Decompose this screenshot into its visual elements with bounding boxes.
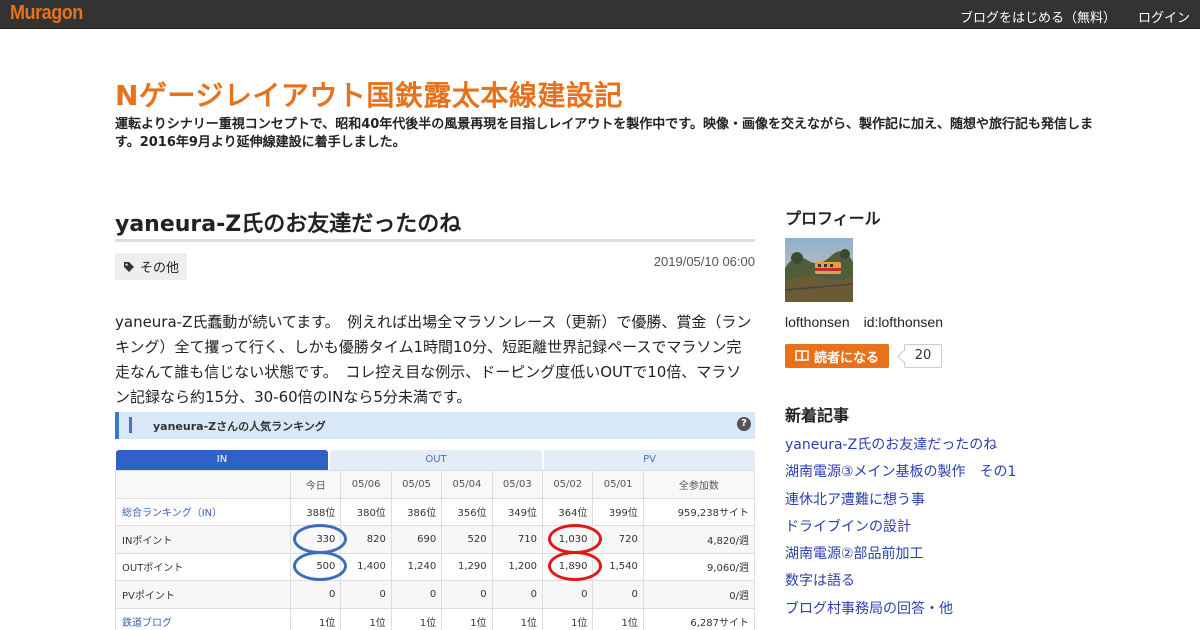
blog-title[interactable]: Nゲージレイアウト国鉄露太本線建設記 bbox=[115, 74, 623, 114]
table-row: OUTポイント 500 1,400 1,240 1,290 1,200 1,89… bbox=[115, 552, 755, 581]
table-cell: 6,287サイト bbox=[642, 607, 755, 630]
ranking-tabs: IN OUT PV bbox=[115, 450, 755, 470]
login-link[interactable]: ログイン bbox=[1138, 7, 1190, 26]
profile-name[interactable]: lofthonsen id:lofthonsen bbox=[785, 312, 943, 332]
top-links: ブログをはじめる（無料） ログイン bbox=[960, 7, 1190, 26]
table-header-cell: 今日 bbox=[289, 470, 342, 499]
recent-article-link[interactable]: yaneura-Z氏のお友達だったのね bbox=[785, 434, 1016, 461]
table-header-cell: 05/01 bbox=[592, 470, 644, 499]
table-cell: 0 bbox=[390, 580, 443, 609]
table-cell: 1,200 bbox=[491, 552, 544, 581]
highlight-circle-in-0502 bbox=[548, 524, 602, 554]
table-cell: 0 bbox=[491, 580, 544, 609]
highlight-circle-out-0502 bbox=[548, 551, 602, 581]
category-tag[interactable]: その他 bbox=[115, 253, 188, 280]
subscribe-label: 読者になる bbox=[814, 350, 880, 366]
recent-article-link[interactable]: 湖南電源③メイン基板の製作 その1 bbox=[785, 461, 1016, 488]
table-cell: 1位 bbox=[491, 607, 544, 630]
table-cell: 959,238サイト bbox=[642, 497, 755, 526]
table-cell: INポイント bbox=[115, 525, 291, 554]
tag-icon bbox=[124, 261, 134, 272]
table-cell: 1,290 bbox=[441, 552, 493, 581]
ranking-image: yaneura-Zさんの人気ランキング ? IN OUT PV 今日 05/06… bbox=[115, 412, 755, 630]
help-icon: ? bbox=[737, 417, 751, 431]
profile-heading: プロフィール bbox=[785, 209, 881, 228]
ranking-table: 今日 05/06 05/05 05/04 05/03 05/02 05/01 全… bbox=[115, 470, 755, 630]
table-cell: 690 bbox=[390, 525, 443, 554]
table-cell: 386位 bbox=[390, 497, 443, 526]
table-cell: OUTポイント bbox=[115, 552, 291, 581]
table-cell: 0 bbox=[340, 580, 392, 609]
blog-description: 運転よりシナリー重視コンセプトで、昭和40年代後半の風景再現を目指しレイアウトを… bbox=[115, 117, 1094, 150]
table-cell: 1,240 bbox=[390, 552, 443, 581]
table-cell: 1,400 bbox=[340, 552, 392, 581]
book-icon bbox=[795, 350, 809, 362]
table-cell: 1位 bbox=[542, 607, 594, 630]
tab-in: IN bbox=[116, 450, 328, 470]
table-header-cell: 05/06 bbox=[340, 470, 392, 499]
recent-article-link[interactable]: ドライブインの設計 bbox=[785, 516, 1016, 543]
table-header-cell: 05/05 bbox=[390, 470, 443, 499]
table-cell: 399位 bbox=[592, 497, 644, 526]
recent-article-link[interactable]: 連休北ア遭難に想う事 bbox=[785, 489, 1016, 516]
recent-article-link[interactable]: 数字は語る bbox=[785, 570, 1016, 597]
avatar-photo bbox=[785, 238, 853, 302]
table-cell: 0/週 bbox=[642, 580, 755, 609]
ranking-title: yaneura-Zさんの人気ランキング bbox=[153, 420, 326, 433]
table-cell: 0 bbox=[592, 580, 644, 609]
top-bar: Muragon ブログをはじめる（無料） ログイン bbox=[0, 0, 1200, 29]
avatar[interactable] bbox=[785, 238, 853, 302]
recent-article-link[interactable]: 湖南電源②部品前加工 bbox=[785, 543, 1016, 570]
reader-count-badge: 20 bbox=[904, 344, 942, 368]
highlight-circle-out-today bbox=[293, 551, 347, 581]
table-row: 鉄道ブログ 1位 1位 1位 1位 1位 1位 1位 6,287サイト bbox=[115, 607, 755, 630]
highlight-circle-in-today bbox=[293, 524, 347, 554]
table-cell: 388位 bbox=[289, 497, 342, 526]
table-cell: 総合ランキング（IN） bbox=[115, 497, 291, 526]
start-blog-link[interactable]: ブログをはじめる（無料） bbox=[960, 7, 1116, 26]
table-row: 総合ランキング（IN） 388位 380位 386位 356位 349位 364… bbox=[115, 497, 755, 526]
ranking-header: yaneura-Zさんの人気ランキング ? bbox=[115, 412, 755, 439]
table-cell: PVポイント bbox=[115, 580, 291, 609]
muragon-logo[interactable]: Muragon bbox=[10, 2, 83, 25]
article-date: 2019/05/10 06:00 bbox=[653, 254, 755, 269]
table-row: PVポイント 0 0 0 0 0 0 0 0/週 bbox=[115, 580, 755, 609]
category-label: その他 bbox=[140, 261, 180, 276]
table-cell: 0 bbox=[542, 580, 594, 609]
article-title-divider bbox=[115, 239, 755, 242]
table-cell: 380位 bbox=[340, 497, 392, 526]
table-cell: 710 bbox=[491, 525, 544, 554]
table-header-cell: 05/03 bbox=[491, 470, 544, 499]
table-cell: 1位 bbox=[289, 607, 342, 630]
table-cell: 364位 bbox=[542, 497, 594, 526]
table-cell: 1位 bbox=[441, 607, 493, 630]
tab-out: OUT bbox=[330, 450, 542, 470]
recent-article-link[interactable]: ブログ村事務局の回答・他 bbox=[785, 598, 1016, 625]
table-cell: 1位 bbox=[390, 607, 443, 630]
table-cell: 0 bbox=[441, 580, 493, 609]
ranking-header-marker bbox=[129, 417, 132, 433]
table-cell: 1位 bbox=[592, 607, 644, 630]
table-header-row: 今日 05/06 05/05 05/04 05/03 05/02 05/01 全… bbox=[115, 470, 755, 499]
recent-heading: 新着記事 bbox=[785, 406, 850, 425]
table-cell: 4,820/週 bbox=[642, 525, 755, 554]
table-cell: 349位 bbox=[491, 497, 544, 526]
table-header-cell: 全参加数 bbox=[642, 470, 755, 499]
subscribe-button[interactable]: 読者になる bbox=[785, 344, 890, 368]
article-title[interactable]: yaneura-Z氏のお友達だったのね bbox=[115, 206, 461, 238]
table-cell: 1位 bbox=[340, 607, 392, 630]
table-cell: 356位 bbox=[441, 497, 493, 526]
table-cell: 820 bbox=[340, 525, 392, 554]
recent-articles-list: yaneura-Z氏のお友達だったのね 湖南電源③メイン基板の製作 その1 連休… bbox=[785, 434, 1016, 625]
tab-pv: PV bbox=[544, 450, 755, 470]
table-cell: 520 bbox=[441, 525, 493, 554]
table-header-cell: 05/02 bbox=[542, 470, 594, 499]
table-row: INポイント 330 820 690 520 710 1,030 720 4,8… bbox=[115, 525, 755, 554]
table-cell: 鉄道ブログ bbox=[115, 607, 291, 630]
article-body: yaneura-Z氏蠢動が続いてます。 例えれば出場全マラソンレース（更新）で優… bbox=[115, 313, 752, 406]
table-header-cell bbox=[115, 470, 291, 499]
table-cell: 9,060/週 bbox=[642, 552, 755, 581]
table-header-cell: 05/04 bbox=[441, 470, 493, 499]
table-cell: 0 bbox=[289, 580, 342, 609]
